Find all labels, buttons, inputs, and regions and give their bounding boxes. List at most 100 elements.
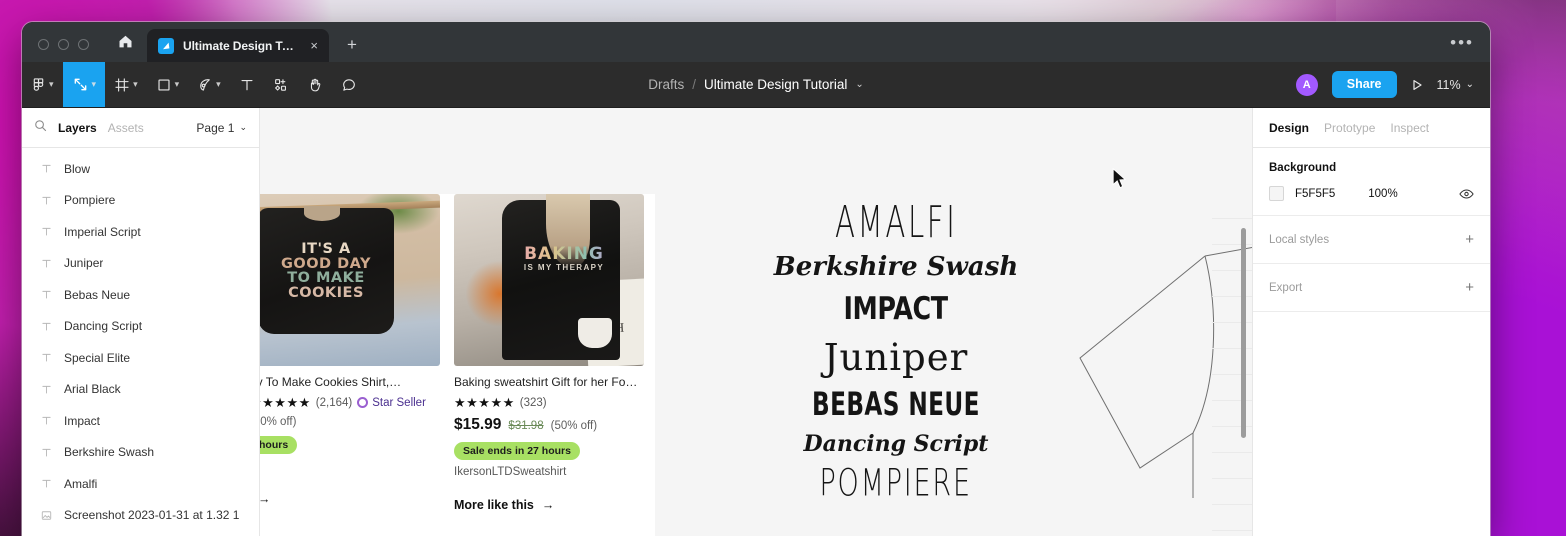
pen-tool-button[interactable]: ▾ (188, 62, 230, 107)
maximize-window-button[interactable] (78, 39, 89, 50)
font-specimen-amalfi[interactable]: AMALFI (835, 201, 957, 245)
canvas-scrollbar[interactable] (1241, 228, 1246, 438)
close-window-button[interactable] (38, 39, 49, 50)
font-specimen-juniper[interactable]: Juniper (824, 339, 969, 376)
minimize-window-button[interactable] (58, 39, 69, 50)
move-tool-button[interactable]: ▾ (62, 62, 106, 107)
font-specimen-impact[interactable]: IMPACT (844, 294, 949, 325)
more-like-this-link[interactable]: More like this → (454, 498, 644, 512)
color-swatch[interactable] (1269, 186, 1284, 201)
text-layer-icon (40, 321, 53, 332)
browser-overflow-menu-icon[interactable]: ••• (1444, 32, 1480, 53)
etsy-listing-frame[interactable]: IT'S A GOOD DAY TO MAKE COOKIES ay To Ma… (260, 194, 655, 536)
list-item-label: Impact (64, 413, 101, 428)
zoom-level-control[interactable]: 11% ⌄ (1437, 78, 1474, 92)
browser-tab[interactable]: Ultimate Design Tutorial × (147, 29, 329, 62)
list-item[interactable]: Special Elite (22, 342, 259, 374)
close-tab-icon[interactable]: × (308, 37, 320, 54)
share-button[interactable]: Share (1331, 71, 1397, 98)
font-specimen-list[interactable]: AMALFI Berkshire Swash IMPACT Juniper BE… (746, 201, 1046, 502)
local-styles-row[interactable]: Local styles + (1253, 216, 1490, 264)
list-item[interactable]: Arial Black (22, 374, 259, 406)
coffee-mug (578, 318, 612, 348)
play-icon[interactable] (1410, 78, 1424, 92)
app-body: Layers Assets Page 1 ⌄ Blow Pompiere Imp… (22, 108, 1490, 536)
list-item-label: Screenshot 2023-01-31 at 1.32 1 (64, 508, 240, 523)
list-item[interactable]: Imperial Script (22, 216, 259, 248)
list-item-label: Blow (64, 161, 91, 176)
list-item-label: Dancing Script (64, 319, 143, 334)
rating-count: (323) (519, 396, 547, 409)
tab-prototype[interactable]: Prototype (1324, 121, 1375, 135)
price-original: $31.98 (508, 420, 544, 432)
product-title[interactable]: ay To Make Cookies Shirt,… (260, 375, 440, 390)
product-card[interactable]: BAKING IS MY THERAPY Baking sweatshirt G… (454, 194, 644, 536)
add-local-style-button[interactable]: + (1465, 232, 1474, 247)
new-tab-button[interactable]: + (337, 30, 367, 60)
tab-inspect[interactable]: Inspect (1390, 121, 1429, 135)
background-opacity-value[interactable]: 100% (1368, 188, 1397, 200)
tab-layers[interactable]: Layers (58, 121, 97, 135)
list-item-label: Bebas Neue (64, 287, 131, 302)
list-item[interactable]: Screenshot 2023-01-31 at 1.32 1 (22, 500, 259, 532)
hand-tool-button[interactable] (298, 62, 332, 107)
tab-design[interactable]: Design (1269, 121, 1309, 135)
add-export-button[interactable]: + (1465, 280, 1474, 295)
shop-name[interactable]: o (260, 460, 440, 472)
local-styles-label: Local styles (1269, 233, 1330, 246)
more-like-this-link[interactable]: → (260, 492, 440, 506)
background-hex-value[interactable]: F5F5F5 (1295, 188, 1335, 200)
text-tool-button[interactable] (230, 62, 264, 107)
product-price: (30% off) (260, 416, 440, 428)
background-color-row: F5F5F5 100% (1269, 186, 1474, 201)
figma-menu-button[interactable]: ▾ (22, 62, 63, 107)
list-item[interactable]: Blow (22, 153, 259, 185)
chevron-down-icon[interactable]: ⌄ (855, 79, 863, 90)
home-icon[interactable] (103, 22, 147, 62)
eye-icon[interactable] (1459, 188, 1474, 200)
resources-tool-button[interactable] (264, 62, 298, 107)
breadcrumb-separator: / (692, 77, 697, 92)
toolbar-tools: ▾ ▾ ▾ ▾ ▾ (22, 62, 366, 107)
design-canvas[interactable]: IT'S A GOOD DAY TO MAKE COOKIES ay To Ma… (260, 108, 1252, 536)
shape-tool-button[interactable]: ▾ (147, 62, 189, 107)
breadcrumb-file-name[interactable]: Ultimate Design Tutorial (704, 77, 847, 92)
background-section: Background F5F5F5 100% (1253, 148, 1490, 216)
search-icon[interactable] (34, 119, 47, 137)
text-layer-icon (40, 195, 53, 206)
list-item-label: Juniper (64, 256, 104, 271)
font-specimen-berkshire-swash[interactable]: Berkshire Swash (774, 254, 1019, 280)
export-row[interactable]: Export + (1253, 264, 1490, 312)
page-selector-label: Page 1 (196, 120, 235, 135)
sweatshirt-text: BAKING IS MY THERAPY (512, 245, 616, 272)
frame-tool-button[interactable]: ▾ (105, 62, 147, 107)
product-price: $15.99 $31.98 (50% off) (454, 416, 644, 434)
list-item[interactable]: Amalfi (22, 468, 259, 500)
product-card[interactable]: IT'S A GOOD DAY TO MAKE COOKIES ay To Ma… (260, 194, 440, 536)
background-section-title: Background (1269, 162, 1337, 174)
breadcrumb-project[interactable]: Drafts (648, 77, 684, 92)
page-selector[interactable]: Page 1 ⌄ (196, 121, 247, 135)
shirt-text: IT'S A GOOD DAY TO MAKE COOKIES (268, 242, 384, 300)
list-item[interactable]: Bebas Neue (22, 279, 259, 311)
list-item[interactable]: Berkshire Swash (22, 437, 259, 469)
design-panel: Design Prototype Inspect Background F5F5… (1252, 108, 1490, 536)
list-item-label: Imperial Script (64, 224, 141, 239)
font-specimen-bebas-neue[interactable]: BEBAS NEUE (812, 388, 980, 421)
list-item[interactable]: Impact (22, 405, 259, 437)
comment-tool-button[interactable] (332, 62, 366, 107)
text-layer-icon (40, 163, 53, 174)
shop-name[interactable]: IkersonLTDSweatshirt (454, 466, 644, 478)
avatar[interactable]: A (1294, 72, 1319, 97)
figma-favicon (158, 37, 174, 54)
tab-assets[interactable]: Assets (108, 121, 144, 135)
shirt-line: COOKIES (288, 284, 364, 301)
list-item[interactable]: Dancing Script (22, 311, 259, 343)
list-item-label: Pompiere (64, 193, 116, 208)
list-item[interactable]: Pompiere (22, 185, 259, 217)
product-title[interactable]: Baking sweatshirt Gift for her Foodie s… (454, 375, 644, 390)
font-specimen-pompiere[interactable]: POMPIERE (820, 465, 972, 503)
layer-list[interactable]: Blow Pompiere Imperial Script Juniper Be… (22, 148, 259, 536)
list-item[interactable]: Juniper (22, 248, 259, 280)
font-specimen-dancing-script[interactable]: Dancing Script (804, 433, 989, 455)
